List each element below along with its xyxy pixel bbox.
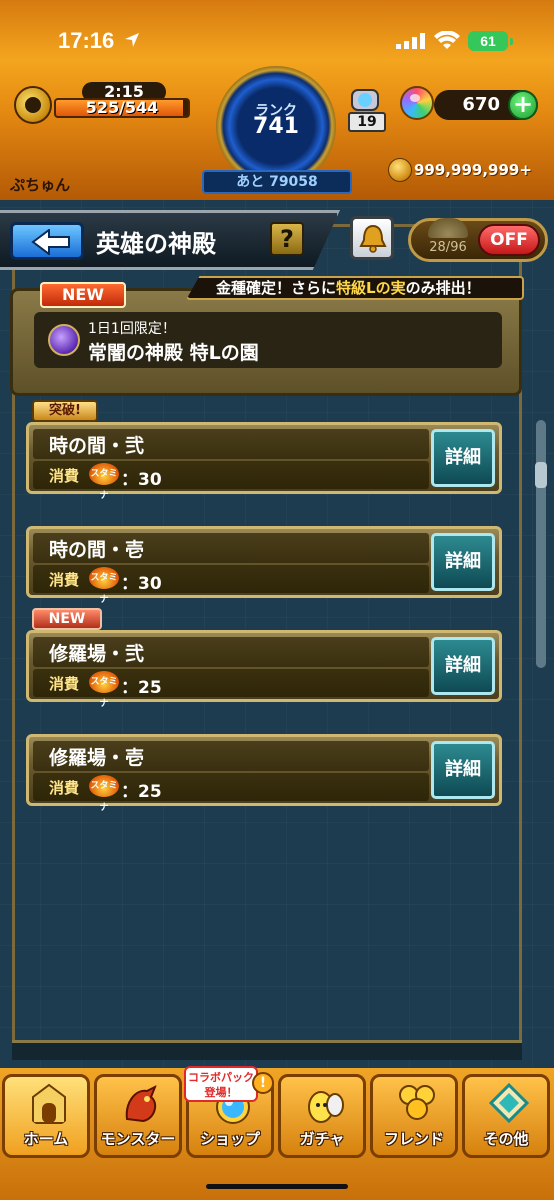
event-banner-prefix: 金種確定！さらに: [216, 279, 337, 297]
back-button[interactable]: [10, 222, 84, 260]
help-button[interactable]: ?: [270, 222, 304, 256]
nav-gacha[interactable]: ガチャ: [278, 1074, 366, 1158]
page-title: 英雄の神殿: [96, 230, 216, 258]
nav-other[interactable]: その他: [462, 1074, 550, 1158]
bell-icon: [359, 224, 387, 253]
alert-icon: !: [252, 1072, 274, 1094]
quest-cost-label: 消費: [49, 571, 80, 589]
orb-icon: [400, 86, 434, 120]
event-title: 常闇の神殿 特Lの園: [88, 342, 259, 364]
breakthrough-tag: 突破!: [32, 400, 98, 422]
quest-row[interactable]: 時の間・壱 消費 スタミナ ：30 詳細: [26, 526, 502, 605]
toggle-count: 28/96: [429, 240, 467, 255]
stamina-value: 525/544: [85, 98, 159, 117]
add-orb-button[interactable]: +: [508, 90, 538, 120]
quest-row[interactable]: 時の間・弐 消費 スタミナ ：30 詳細: [26, 422, 502, 501]
quest-cost-label: 消費: [49, 779, 80, 797]
quest-cost-label: 消費: [49, 467, 80, 485]
nav-home-label: ホーム: [23, 1130, 69, 1148]
rank-value: 741: [253, 114, 299, 139]
dragon-icon: [125, 1084, 157, 1123]
cellular-signal-icon: [396, 33, 425, 49]
location-arrow-icon: [125, 33, 139, 47]
nav-home[interactable]: ホーム: [2, 1074, 90, 1158]
quest-cost-value: ：30: [121, 470, 162, 490]
balloons-icon: [399, 1085, 435, 1120]
quest-name: 修羅場・壱: [49, 747, 145, 769]
stamina-icon: [14, 86, 52, 124]
stamina-mini-icon: スタミナ: [89, 671, 119, 709]
stamina-mini-icon: スタミナ: [89, 463, 119, 501]
dark-temple-icon: [48, 324, 80, 356]
stamina-bar: 525/544: [54, 98, 190, 118]
collab-pack-bubble[interactable]: コラボパック登場！: [184, 1066, 258, 1102]
quest-cost-value: ：25: [121, 782, 162, 802]
detail-button[interactable]: 詳細: [431, 533, 495, 591]
nav-monster[interactable]: モンスター: [94, 1074, 182, 1158]
frame-bottom: [12, 1040, 522, 1060]
nav-shop-label: ショップ: [199, 1130, 260, 1148]
event-subtitle: 1日1回限定！: [88, 321, 176, 337]
new-tag: NEW: [32, 608, 102, 630]
home-indicator: [206, 1184, 348, 1189]
player-name: ぷちゅん: [10, 176, 71, 194]
capsule-count: 19: [348, 112, 386, 132]
stamina-mini-icon: スタミナ: [89, 775, 119, 813]
turtle-icon: [428, 218, 468, 238]
wifi-icon: [434, 31, 460, 49]
stamina-mini-icon: スタミナ: [89, 567, 119, 605]
toggle-off-switch[interactable]: OFF: [478, 224, 540, 256]
next-rank-exp: あと 79058: [202, 170, 352, 194]
back-arrow-icon: [31, 229, 70, 255]
event-banner: 金種確定！さらに特級Lの実のみ排出！: [186, 276, 524, 300]
event-banner-suffix: のみ排出！: [405, 279, 481, 297]
scroll-thumb[interactable]: [535, 462, 547, 488]
nav-other-label: その他: [483, 1130, 529, 1148]
nav-gacha-label: ガチャ: [299, 1130, 345, 1148]
quest-row[interactable]: 修羅場・壱 消費 スタミナ ：25 詳細: [26, 734, 502, 813]
diamond-menu-icon: [489, 1083, 529, 1124]
home-gate-icon: [32, 1083, 66, 1124]
event-banner-highlight: 特級Lの実: [336, 279, 406, 297]
scrollbar[interactable]: [536, 420, 546, 668]
quest-row[interactable]: 修羅場・弐 消費 スタミナ ：25 詳細: [26, 630, 502, 709]
new-badge: NEW: [40, 282, 126, 308]
orb-count: 670: [462, 94, 500, 115]
detail-button[interactable]: 詳細: [431, 741, 495, 799]
clock: 17:16: [58, 28, 115, 53]
egg-icon: [308, 1091, 344, 1123]
status-bar: 17:16 61: [0, 24, 554, 64]
coin-count: 999,999,999+: [414, 161, 532, 179]
nav-friend[interactable]: フレンド: [370, 1074, 458, 1158]
quest-name: 時の間・壱: [49, 539, 145, 561]
nav-friend-label: フレンド: [383, 1130, 444, 1148]
nav-monster-label: モンスター: [100, 1130, 176, 1148]
quest-name: 修羅場・弐: [49, 643, 145, 665]
bell-button[interactable]: [350, 216, 394, 260]
quest-cost-value: ：25: [121, 678, 162, 698]
detail-button[interactable]: 詳細: [431, 429, 495, 487]
coin-icon: [388, 158, 412, 182]
battery-indicator: 61: [468, 31, 513, 51]
quest-cost-value: ：30: [121, 574, 162, 594]
quest-cost-label: 消費: [49, 675, 80, 693]
detail-button[interactable]: 詳細: [431, 637, 495, 695]
quest-name: 時の間・弐: [49, 435, 145, 457]
